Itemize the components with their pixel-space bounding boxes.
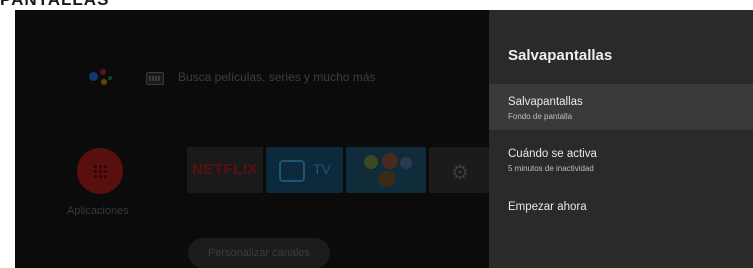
menu-item-label: Empezar ahora bbox=[508, 201, 587, 213]
tv-screen: Busca películas, series y mucho más Apli… bbox=[15, 10, 753, 268]
menu-item-label: Salvapantallas bbox=[508, 96, 583, 108]
search-hint[interactable]: Busca películas, series y mucho más bbox=[178, 70, 375, 84]
panel-title: Salvapantallas bbox=[508, 47, 613, 64]
menu-item-screensaver[interactable]: Salvapantallas Fondo de pantalla bbox=[489, 84, 753, 130]
game-app-tile[interactable] bbox=[346, 147, 426, 193]
settings-gear-icon: ⚙ bbox=[451, 162, 469, 184]
menu-item-when-activates[interactable]: Cuándo se activa 5 minutos de inactivida… bbox=[489, 138, 753, 184]
google-assistant-icon[interactable] bbox=[87, 66, 117, 96]
netflix-logo-text: NETFLIX bbox=[192, 161, 258, 178]
menu-item-sublabel: 5 minutos de inactividad bbox=[508, 164, 594, 173]
document-header-text: PANTALLAS bbox=[0, 0, 109, 9]
netflix-app-tile[interactable]: NETFLIX bbox=[187, 147, 263, 193]
tv-app-tile[interactable]: TV bbox=[266, 147, 343, 193]
apps-grid-icon[interactable] bbox=[77, 148, 123, 194]
settings-tile[interactable]: ⚙ bbox=[429, 147, 489, 193]
home-screen-dimmed: Busca películas, series y mucho más Apli… bbox=[15, 10, 489, 268]
menu-item-start-now[interactable]: Empezar ahora bbox=[489, 193, 753, 223]
apps-label: Aplicaciones bbox=[67, 205, 129, 217]
customize-channels-button[interactable]: Personalizar canales bbox=[188, 238, 330, 268]
tv-app-label: TV bbox=[313, 161, 331, 177]
tv-icon bbox=[279, 160, 305, 182]
screensaver-settings-panel: Salvapantallas Salvapantallas Fondo de p… bbox=[489, 10, 753, 268]
keyboard-icon[interactable] bbox=[146, 72, 164, 85]
menu-item-sublabel: Fondo de pantalla bbox=[508, 112, 573, 121]
menu-item-label: Cuándo se activa bbox=[508, 148, 597, 160]
